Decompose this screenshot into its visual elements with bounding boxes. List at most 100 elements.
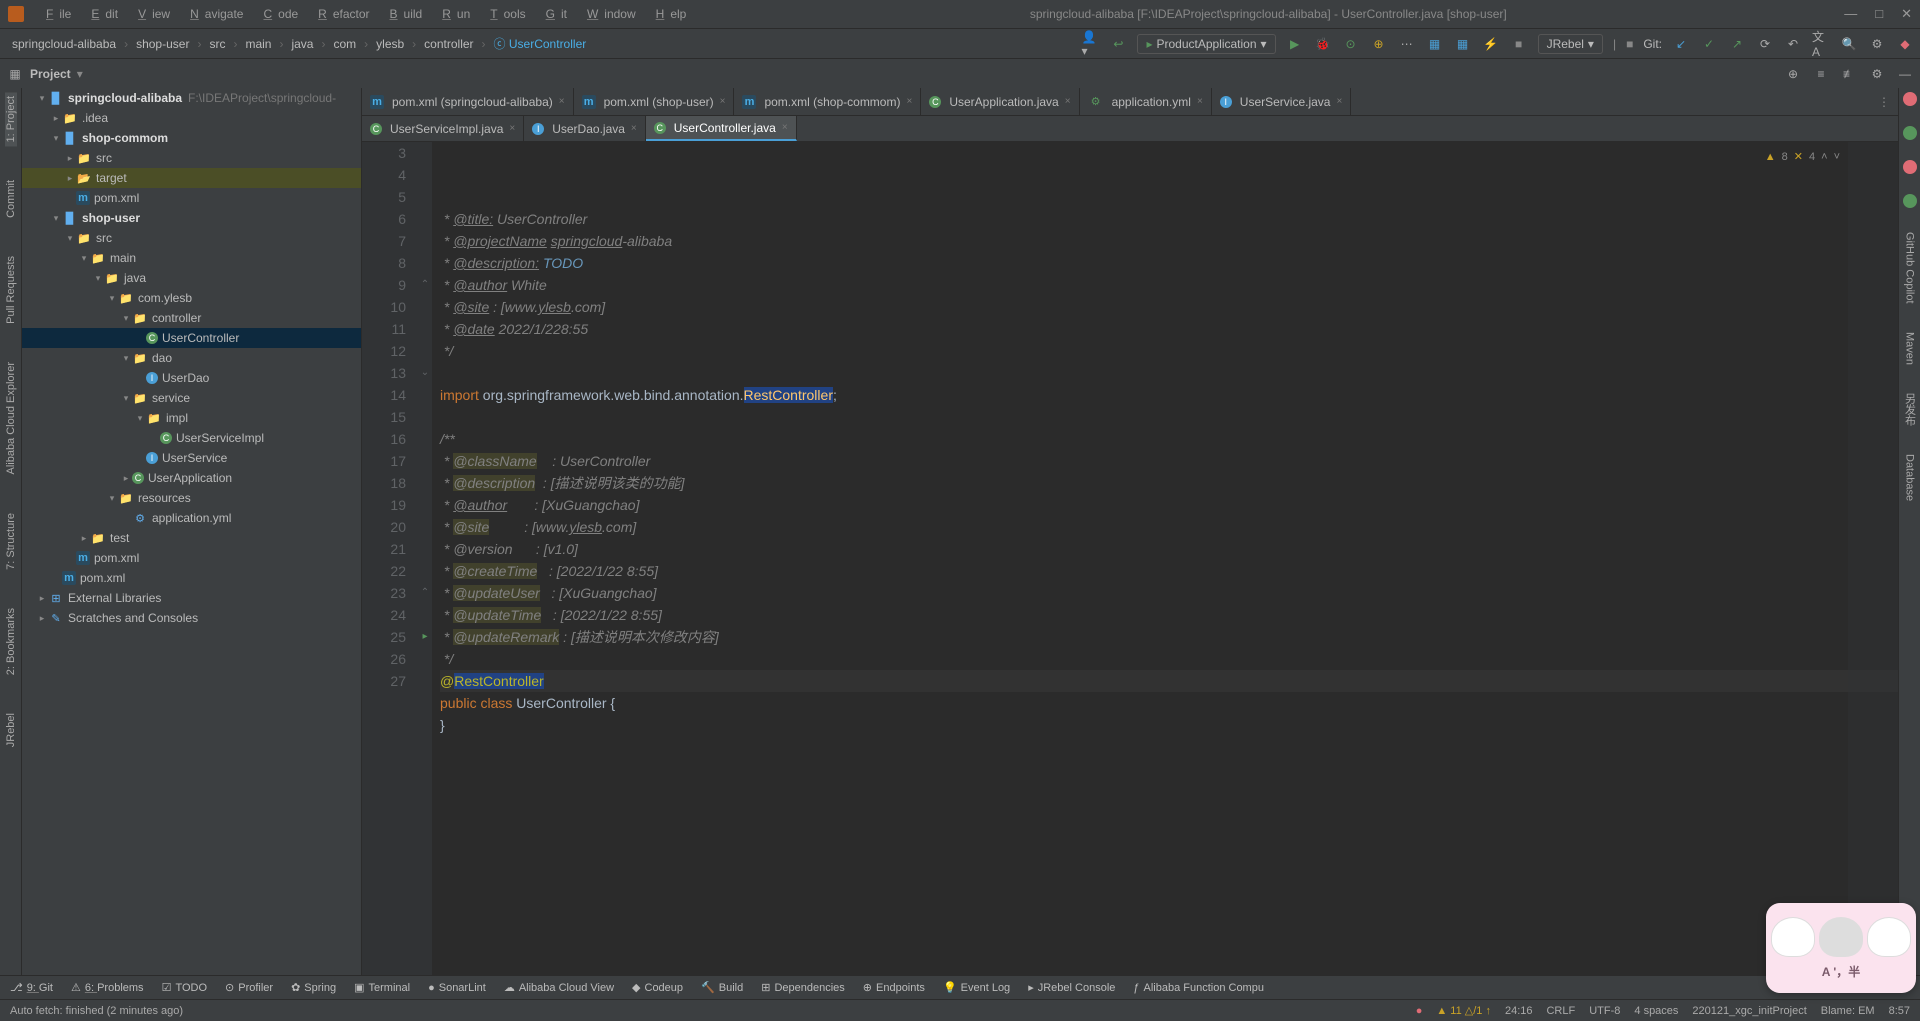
git-update-icon[interactable]: ↙	[1672, 35, 1690, 53]
tree-service[interactable]: ▾📁service	[22, 388, 361, 408]
status-blameem[interactable]: Blame: EM	[1821, 1005, 1875, 1017]
bottomtool-terminal[interactable]: ▣Terminal	[354, 981, 410, 994]
tree-userdao[interactable]: IUserDao	[22, 368, 361, 388]
code-line-8[interactable]: * @date 2022/1/228:55	[440, 318, 1898, 340]
tab-close-icon[interactable]: ×	[906, 96, 912, 107]
tab-close-icon[interactable]: ×	[782, 122, 788, 133]
tree-src[interactable]: ▾📁src	[22, 228, 361, 248]
plugin-icon[interactable]: ◆	[1896, 35, 1914, 53]
tab-userservice-java[interactable]: IUserService.java×	[1212, 88, 1352, 115]
menu-file[interactable]: File	[34, 5, 77, 23]
status-indicator-icon[interactable]: ●	[1416, 1005, 1423, 1017]
code-line-6[interactable]: * @author White	[440, 274, 1898, 296]
status-2416[interactable]: 24:16	[1505, 1005, 1533, 1017]
flash-button[interactable]: ⚡	[1482, 35, 1500, 53]
lefttool-project[interactable]: 1: Project	[5, 92, 17, 146]
down-icon[interactable]: ˅	[1834, 146, 1840, 168]
tree-java[interactable]: ▾📁java	[22, 268, 361, 288]
menu-refactor[interactable]: Refactor	[306, 5, 375, 23]
bottomtool-todo[interactable]: ☑TODO	[162, 981, 207, 994]
crumb-ylesb[interactable]: ylesb	[370, 35, 410, 53]
code-line-20[interactable]: * @updateUser : [XuGuangchao]	[440, 582, 1898, 604]
status-220121xgcinitproject[interactable]: 220121_xgc_initProject	[1692, 1005, 1806, 1017]
code-line-23[interactable]: */	[440, 648, 1898, 670]
run-button[interactable]: ▶	[1286, 35, 1304, 53]
status-dot[interactable]	[1903, 160, 1917, 174]
tree-usercontroller[interactable]: CUserController	[22, 328, 361, 348]
project-tool-icon[interactable]: ▦	[6, 65, 24, 83]
lefttool-bookmarks[interactable]: 2: Bookmarks	[5, 604, 17, 679]
bottomtool-dependencies[interactable]: ⊞Dependencies	[761, 981, 845, 994]
code-line-4[interactable]: * @projectName springcloud-alibaba	[440, 230, 1898, 252]
tree-src[interactable]: ▸📁src	[22, 148, 361, 168]
righttool-[interactable]: 另发布	[1902, 389, 1918, 430]
bottomtool-endpoints[interactable]: ⊕Endpoints	[863, 981, 925, 994]
project-dropdown-icon[interactable]: ▾	[77, 67, 83, 81]
inspection-widget[interactable]: ▲8 ✕4 ˄˅	[1765, 146, 1840, 168]
code-line-5[interactable]: * @description: TODO	[440, 252, 1898, 274]
coverage-button[interactable]: ⊙	[1342, 35, 1360, 53]
menu-window[interactable]: Window	[575, 5, 642, 23]
close-icon[interactable]: ✕	[1901, 6, 1912, 22]
locate-icon[interactable]: ⊕	[1784, 65, 1802, 83]
code-line-24[interactable]: @RestController	[440, 670, 1898, 692]
minimize-icon[interactable]: —	[1844, 6, 1857, 22]
code-line-9[interactable]: */	[440, 340, 1898, 362]
tree-com-ylesb[interactable]: ▾📁com.ylesb	[22, 288, 361, 308]
code-editor[interactable]: 3456789101112131415161718192021222324252…	[362, 142, 1898, 988]
hide-icon[interactable]: —	[1896, 65, 1914, 83]
git-push-icon[interactable]: ↗	[1728, 35, 1746, 53]
menu-tools[interactable]: Tools	[478, 5, 531, 23]
tabs-more-icon[interactable]: ⋮	[1870, 88, 1898, 115]
tab-close-icon[interactable]: ×	[631, 123, 637, 134]
tree-shop-commom[interactable]: ▾▉shop-commom	[22, 128, 361, 148]
code-line-16[interactable]: * @author : [XuGuangchao]	[440, 494, 1898, 516]
crumb-controller[interactable]: controller	[418, 35, 479, 53]
git-rollback-icon[interactable]: ↶	[1784, 35, 1802, 53]
tab-close-icon[interactable]: ×	[559, 96, 565, 107]
status-crlf[interactable]: CRLF	[1546, 1005, 1575, 1017]
tree-resources[interactable]: ▾📁resources	[22, 488, 361, 508]
tab-close-icon[interactable]: ×	[1197, 96, 1203, 107]
tree-userservice[interactable]: IUserService	[22, 448, 361, 468]
code-line-15[interactable]: * @description : [描述说明该类的功能]	[440, 472, 1898, 494]
tree-userserviceimpl[interactable]: CUserServiceImpl	[22, 428, 361, 448]
status-dot[interactable]	[1903, 194, 1917, 208]
menu-edit[interactable]: Edit	[79, 5, 124, 23]
search-icon[interactable]: 🔍	[1840, 35, 1858, 53]
tree-userapplication[interactable]: ▸CUserApplication	[22, 468, 361, 488]
lefttool-alibabacloudexplorer[interactable]: Alibaba Cloud Explorer	[5, 358, 17, 479]
project-label[interactable]: Project	[24, 65, 77, 83]
menu-navigate[interactable]: Navigate	[178, 5, 249, 23]
tab-close-icon[interactable]: ×	[1336, 96, 1342, 107]
status-857[interactable]: 8:57	[1889, 1005, 1910, 1017]
code-line-3[interactable]: * @title: UserController	[440, 208, 1898, 230]
lefttool-commit[interactable]: Commit	[5, 176, 17, 222]
user-icon[interactable]: 👤▾	[1081, 35, 1099, 53]
tree-external-libraries[interactable]: ▸⊞External Libraries	[22, 588, 361, 608]
expand-icon[interactable]: ≡	[1812, 65, 1830, 83]
minimap[interactable]	[1848, 142, 1898, 988]
code-line-19[interactable]: * @createTime : [2022/1/22 8:55]	[440, 560, 1898, 582]
services-button[interactable]: ▦	[1426, 35, 1444, 53]
status-dot[interactable]	[1903, 92, 1917, 106]
bottomtool-codeup[interactable]: ◆Codeup	[632, 981, 683, 994]
trace-button[interactable]: ⋯	[1398, 35, 1416, 53]
warnings-indicator[interactable]: ▲ 11 △/1 ↑	[1436, 1004, 1491, 1017]
bottomtool-build[interactable]: 🔨Build	[701, 981, 743, 994]
bottomtool-jrebelconsole[interactable]: ▸JRebel Console	[1028, 981, 1115, 994]
fold-column[interactable]: ⌃⌄⌃▸	[418, 142, 432, 988]
tree-main[interactable]: ▾📁main	[22, 248, 361, 268]
settings-icon[interactable]: ⚙	[1868, 35, 1886, 53]
translate-icon[interactable]: 文A	[1812, 35, 1830, 53]
code-line-10[interactable]	[440, 362, 1898, 384]
code-content[interactable]: ▲8 ✕4 ˄˅ * @title: UserController * @pro…	[432, 142, 1898, 988]
menu-run[interactable]: Run	[430, 5, 476, 23]
menu-view[interactable]: View	[126, 5, 176, 23]
profile-button[interactable]: ⊕	[1370, 35, 1388, 53]
lefttool-structure[interactable]: 7: Structure	[5, 509, 17, 574]
tree-pom-xml[interactable]: mpom.xml	[22, 188, 361, 208]
tab-close-icon[interactable]: ×	[1065, 96, 1071, 107]
tab-usercontroller-java[interactable]: CUserController.java×	[646, 116, 797, 141]
crumb-UserController[interactable]: ⓒ UserController	[488, 33, 593, 54]
